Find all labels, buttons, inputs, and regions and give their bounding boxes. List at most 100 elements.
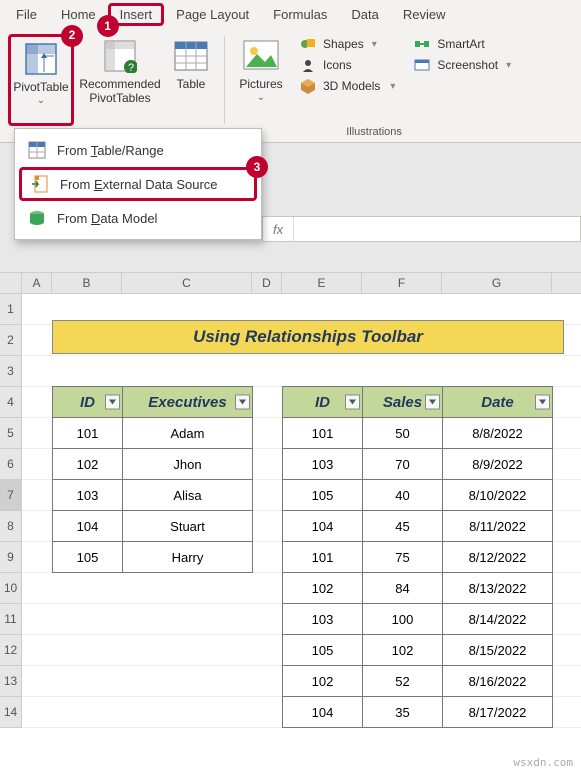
3dmodels-button[interactable]: 3D Models▾ [295, 76, 399, 96]
table-row: 102Jhon [53, 449, 253, 480]
col-A[interactable]: A [22, 273, 52, 293]
formula-bar: fx [262, 216, 581, 242]
dd-label: From External Data Source [60, 177, 218, 192]
callout-1: 1 [97, 15, 119, 37]
from-external-data-item[interactable]: From External Data Source 3 [19, 167, 257, 201]
table-row: 102848/13/2022 [283, 573, 553, 604]
row-7[interactable]: 7 [0, 480, 22, 511]
table-row: 103708/9/2022 [283, 449, 553, 480]
column-headers: A B C D E F G [0, 272, 581, 294]
callout-3: 3 [246, 156, 268, 178]
smartart-label: SmartArt [437, 37, 484, 51]
recommended-label: Recommended PivotTables [74, 78, 166, 106]
ribbon-body: PivotTable ⌄ 2 ? Recommended PivotTables… [0, 28, 581, 143]
pivottable-label: PivotTable [13, 81, 68, 95]
pictures-button[interactable]: Pictures ⌄ [233, 34, 289, 126]
shapes-button[interactable]: Shapes▾ [295, 34, 399, 54]
filter-button[interactable] [235, 395, 250, 410]
shapes-icon [299, 36, 317, 52]
table-row: 105Harry [53, 542, 253, 573]
screenshot-label: Screenshot [437, 58, 498, 72]
row-1[interactable]: 1 [0, 294, 22, 325]
t1-h1: Executives [148, 394, 226, 411]
pivottable-button[interactable]: PivotTable ⌄ 2 [8, 34, 74, 126]
row-3[interactable]: 3 [0, 356, 22, 387]
tab-file[interactable]: File [4, 3, 49, 26]
data-model-icon [27, 209, 47, 227]
screenshot-button[interactable]: Screenshot▾ [409, 55, 515, 75]
table-row: 102528/16/2022 [283, 666, 553, 697]
col-B[interactable]: B [52, 273, 122, 293]
row-11[interactable]: 11 [0, 604, 22, 635]
tab-insert[interactable]: Insert 1 [108, 3, 165, 26]
from-table-range-item[interactable]: From Table/Range [15, 133, 261, 167]
models-label: 3D Models [323, 79, 380, 93]
row-2[interactable]: 2 [0, 325, 22, 356]
table-button[interactable]: Table [166, 34, 216, 126]
dropdown-chevron-icon: ⌄ [37, 95, 45, 107]
watermark: wsxdn.com [513, 756, 573, 769]
row-12[interactable]: 12 [0, 635, 22, 666]
pictures-icon [243, 38, 279, 74]
t1-h0: ID [80, 394, 95, 411]
icons-button[interactable]: Icons [295, 55, 399, 75]
fx-icon[interactable]: fx [263, 217, 294, 241]
ribbon-tabs: File Home Insert 1 Page Layout Formulas … [0, 0, 581, 28]
icons-label: Icons [323, 58, 352, 72]
from-data-model-item[interactable]: From Data Model [15, 201, 261, 235]
select-all-corner[interactable] [0, 273, 22, 293]
tab-pagelayout[interactable]: Page Layout [164, 3, 261, 26]
pivottable-icon [23, 41, 59, 77]
row-6[interactable]: 6 [0, 449, 22, 480]
formula-input[interactable] [294, 222, 580, 237]
filter-button[interactable] [345, 395, 360, 410]
col-F[interactable]: F [362, 273, 442, 293]
row-headers: 1 2 3 4 5 6 7 8 9 10 11 12 13 14 [0, 294, 22, 775]
worksheet: A B C D E F G 1 2 3 4 5 6 7 8 9 10 11 12… [0, 272, 581, 775]
col-C[interactable]: C [122, 273, 252, 293]
external-data-icon [30, 175, 50, 193]
tab-review[interactable]: Review [391, 3, 458, 26]
filter-button[interactable] [105, 395, 120, 410]
shapes-label: Shapes [323, 37, 364, 51]
table-row: 101Adam [53, 418, 253, 449]
table-sales: ID Sales Date 101508/8/2022 103708/9/202… [282, 386, 553, 728]
row-5[interactable]: 5 [0, 418, 22, 449]
filter-button[interactable] [535, 395, 550, 410]
tab-formulas[interactable]: Formulas [261, 3, 339, 26]
col-E[interactable]: E [282, 273, 362, 293]
recommended-pivottables-button[interactable]: ? Recommended PivotTables [74, 34, 166, 126]
col-G[interactable]: G [442, 273, 552, 293]
table-row: 101758/12/2022 [283, 542, 553, 573]
table-row: 105408/10/2022 [283, 480, 553, 511]
illustrations-group-label: Illustrations [346, 126, 402, 140]
table-row: 1051028/15/2022 [283, 635, 553, 666]
row-9[interactable]: 9 [0, 542, 22, 573]
callout-2: 2 [61, 25, 83, 47]
filter-button[interactable] [425, 395, 440, 410]
pictures-label: Pictures [239, 78, 282, 92]
smartart-button[interactable]: SmartArt [409, 34, 515, 54]
tab-data[interactable]: Data [339, 3, 390, 26]
table-row: 101508/8/2022 [283, 418, 553, 449]
dd-label: From Data Model [57, 211, 157, 226]
table-row: 103Alisa [53, 480, 253, 511]
row-14[interactable]: 14 [0, 697, 22, 728]
col-D[interactable]: D [252, 273, 282, 293]
pivottable-dropdown: From Table/Range From External Data Sour… [14, 128, 262, 240]
sheet-title: Using Relationships Toolbar [52, 320, 564, 354]
smartart-icon [413, 36, 431, 52]
row-4[interactable]: 4 [0, 387, 22, 418]
table-label: Table [177, 78, 206, 92]
table-row: 104358/17/2022 [283, 697, 553, 728]
tab-label: Insert [120, 7, 153, 22]
recommended-pivot-icon: ? [102, 38, 138, 74]
row-8[interactable]: 8 [0, 511, 22, 542]
t2-h0: ID [315, 394, 330, 411]
t2-h2: Date [481, 394, 514, 411]
table-range-icon [27, 141, 47, 159]
row-10[interactable]: 10 [0, 573, 22, 604]
screenshot-icon [413, 57, 431, 73]
icons-icon [299, 57, 317, 73]
row-13[interactable]: 13 [0, 666, 22, 697]
